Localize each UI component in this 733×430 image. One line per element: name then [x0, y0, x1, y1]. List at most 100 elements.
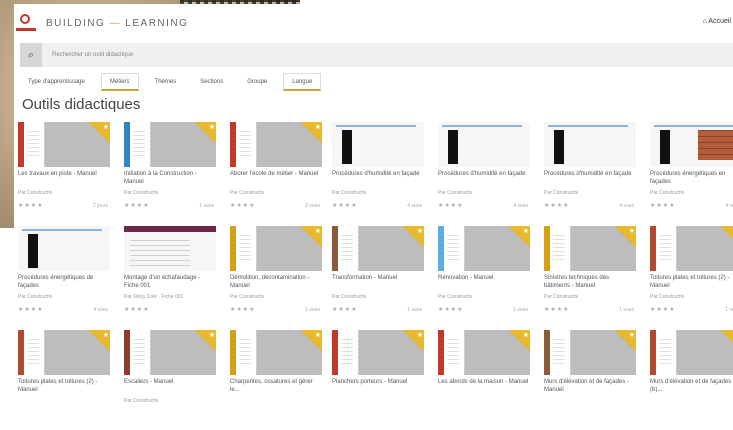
rating-stars-icon: ★★★★ — [124, 307, 150, 313]
tool-card[interactable]: Toitures plates et toitures (2) - Manuel — [18, 330, 110, 430]
card-title[interactable]: Murs d'élévation et de façades (b)... — [650, 378, 733, 394]
card-thumbnail[interactable] — [332, 330, 424, 375]
card-thumbnail[interactable] — [124, 122, 216, 167]
search-input[interactable]: Rechercher un outil didactique — [52, 52, 133, 58]
card-thumbnail[interactable] — [124, 226, 216, 271]
card-title[interactable]: Montage d'un échafaudage - Fiche 001 — [124, 274, 216, 290]
card-title[interactable]: Les travaux en piste - Manuel — [18, 170, 110, 178]
card-title[interactable]: Charpentes, ossatures et gérer le... — [230, 378, 322, 394]
card-author: Par Constructiv — [18, 294, 53, 300]
card-title[interactable]: Procédures énergétiques de façades — [18, 274, 110, 290]
card-thumbnail[interactable] — [544, 226, 636, 271]
logo[interactable] — [16, 12, 38, 34]
card-title[interactable]: Transformation - Manuel — [332, 274, 424, 282]
card-thumbnail[interactable] — [230, 226, 322, 271]
tool-card[interactable]: Les travaux en piste - Manuel Par Constru… — [18, 122, 110, 222]
card-title[interactable]: Rénovation - Manuel — [438, 274, 530, 282]
card-title[interactable]: Murs d'élévation et de façades - Manuel — [544, 378, 636, 394]
tool-card[interactable]: Escaliers - Manuel Par Constructiv — [124, 330, 216, 430]
tool-card[interactable]: Procédures d'humidité en façade Par Const… — [544, 122, 636, 222]
tool-card[interactable]: Procédures d'humidité en façade Par Const… — [438, 122, 530, 222]
tool-card[interactable]: Toitures plates et toitures (2) - Manuel… — [650, 226, 733, 326]
tool-card[interactable]: Murs d'élévation et de façades (b)... — [650, 330, 733, 430]
card-thumbnail[interactable] — [438, 226, 530, 271]
tool-card[interactable]: Montage d'un échafaudage - Fiche 001 Par … — [124, 226, 216, 326]
tool-card[interactable]: Procédures d'humidité en façade Par Const… — [332, 122, 424, 222]
cover-band — [230, 226, 236, 271]
cover-band — [438, 330, 444, 375]
cover-band — [650, 226, 656, 271]
filter-tab[interactable]: Sections — [192, 73, 231, 91]
cover-band — [18, 330, 24, 375]
filter-tab[interactable]: Métiers — [100, 73, 139, 91]
card-title[interactable]: Procédures d'humidité en façade — [544, 170, 636, 178]
rating-stars-icon: ★★★★ — [18, 307, 44, 313]
cover-band — [544, 330, 550, 375]
card-thumbnail[interactable] — [230, 122, 322, 167]
tool-card[interactable]: Planchers porteurs - Manuel — [332, 330, 424, 430]
tool-card[interactable]: Initiation à la Construction - Manuel Par… — [124, 122, 216, 222]
tool-card[interactable]: Procédures énergétiques en façades Par Co… — [650, 122, 733, 222]
card-views: 4 vues — [513, 203, 528, 209]
tool-card[interactable]: Transformation - Manuel Par Constructiv ★★… — [332, 226, 424, 326]
star-ribbon-icon — [194, 330, 216, 352]
card-title[interactable]: Procédures d'humidité en façade — [332, 170, 424, 178]
card-thumbnail[interactable] — [18, 330, 110, 375]
doc-header-line — [336, 125, 416, 127]
card-thumbnail[interactable] — [544, 122, 636, 167]
tool-card[interactable]: Sinistres techniques des bâtiments - Man… — [544, 226, 636, 326]
filter-tab[interactable]: Langue — [283, 73, 322, 91]
card-thumbnail[interactable] — [438, 122, 530, 167]
card-views: 1 vues — [513, 307, 528, 313]
card-title[interactable]: Procédures énergétiques en façades — [650, 170, 733, 186]
card-thumbnail[interactable] — [230, 330, 322, 375]
filter-tab[interactable]: Thèmes — [147, 73, 185, 91]
home-link[interactable]: ⌂ Accueil — [703, 18, 731, 25]
card-title[interactable]: Escaliers - Manuel — [124, 378, 216, 386]
card-thumbnail[interactable] — [650, 330, 733, 375]
card-title[interactable]: Démolition, décontamination - Manuel — [230, 274, 322, 290]
filter-tab[interactable]: Groupe — [239, 73, 275, 91]
card-thumbnail[interactable] — [650, 122, 733, 167]
card-title[interactable]: Toitures plates et toitures (2) - Manuel — [18, 378, 110, 394]
tool-card[interactable]: Les abords de la maison - Manuel — [438, 330, 530, 430]
cover-text-lines — [341, 338, 353, 364]
search-button[interactable]: ⌕ — [20, 43, 42, 67]
tool-card[interactable]: Démolition, décontamination - Manuel Par … — [230, 226, 322, 326]
card-thumbnail[interactable] — [18, 122, 110, 167]
card-title[interactable]: Toitures plates et toitures (2) - Manuel — [650, 274, 733, 290]
card-thumbnail[interactable] — [18, 226, 110, 271]
card-title[interactable]: Les abords de la maison - Manuel — [438, 378, 530, 386]
filter-tab[interactable]: Type d'apprentissage — [20, 73, 93, 91]
tool-card[interactable]: Aborer l'école de métier - Manuel Par Con… — [230, 122, 322, 222]
card-thumbnail[interactable] — [124, 330, 216, 375]
cover-band — [124, 122, 130, 167]
cover-band — [332, 330, 338, 375]
card-title[interactable]: Initiation à la Construction - Manuel — [124, 170, 216, 186]
tool-card[interactable]: Charpentes, ossatures et gérer le... — [230, 330, 322, 430]
card-title[interactable]: Sinistres techniques des bâtiments - Man… — [544, 274, 636, 290]
card-thumbnail[interactable] — [332, 226, 424, 271]
rating-stars-icon: ★★★★ — [18, 203, 44, 209]
tool-card[interactable]: Murs d'élévation et de façades - Manuel — [544, 330, 636, 430]
card-title[interactable]: Planchers porteurs - Manuel — [332, 378, 424, 386]
book-cover — [650, 330, 677, 375]
card-title[interactable]: Aborer l'école de métier - Manuel — [230, 170, 322, 178]
card-title[interactable]: Procédures d'humidité en façade — [438, 170, 530, 178]
card-thumbnail[interactable] — [438, 330, 530, 375]
tool-card[interactable]: Rénovation - Manuel Par Constructiv ★★★★ 1 … — [438, 226, 530, 326]
brand-left: BUILDING — [46, 17, 106, 29]
card-thumbnail[interactable] — [650, 226, 733, 271]
doc-text-lines — [130, 236, 190, 266]
rating-stars-icon: ★★★★ — [230, 203, 256, 209]
card-author: Par Constructiv — [650, 294, 685, 300]
brand-title[interactable]: BUILDING — LEARNING — [46, 18, 188, 29]
star-ribbon-icon — [720, 330, 733, 352]
card-thumbnail[interactable] — [544, 330, 636, 375]
card-thumbnail[interactable] — [332, 122, 424, 167]
card-author: Par Constructiv — [544, 294, 579, 300]
rating-stars-icon: ★★★★ — [544, 203, 570, 209]
tool-card[interactable]: Procédures énergétiques de façades Par Co… — [18, 226, 110, 326]
cover-text-lines — [133, 130, 145, 156]
rating-stars-icon: ★★★★ — [438, 203, 464, 209]
